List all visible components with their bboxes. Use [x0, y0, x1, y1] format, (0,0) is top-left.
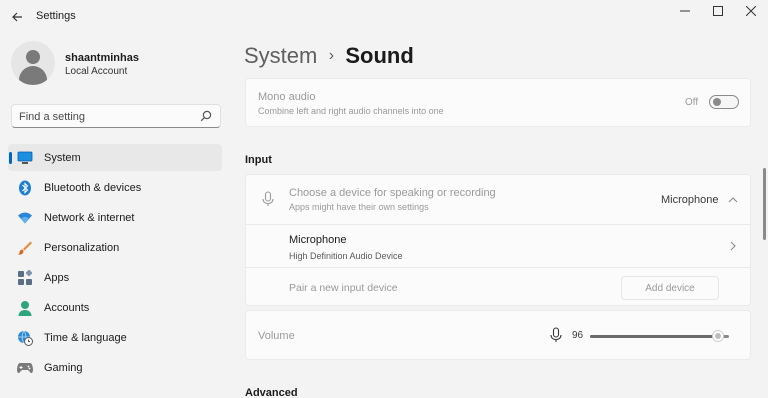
- sidebar-item-accounts[interactable]: Accounts: [8, 294, 222, 321]
- user-profile[interactable]: shaantminhas Local Account: [11, 41, 221, 87]
- brush-icon: [17, 240, 33, 256]
- search-input[interactable]: [19, 109, 189, 124]
- volume-slider[interactable]: [590, 330, 729, 342]
- sidebar-item-label: Network & internet: [44, 212, 135, 224]
- mono-audio-toggle[interactable]: [709, 95, 739, 109]
- back-button[interactable]: [6, 6, 28, 28]
- mono-audio-description: Combine left and right audio channels in…: [258, 106, 444, 116]
- volume-slider-thumb[interactable]: [711, 330, 724, 342]
- profile-name: shaantminhas: [65, 52, 139, 64]
- sidebar-nav: System Bluetooth & devices Network & int…: [8, 144, 222, 384]
- wifi-icon: [17, 210, 33, 226]
- app-title: Settings: [36, 10, 76, 22]
- input-card: Choose a device for speaking or recordin…: [245, 174, 751, 306]
- sidebar-item-label: Apps: [44, 272, 70, 284]
- mono-audio-title: Mono audio: [258, 91, 316, 103]
- volume-card: Volume 96: [245, 310, 751, 360]
- sidebar-item-network[interactable]: Network & internet: [8, 204, 222, 231]
- scrollbar[interactable]: [763, 168, 766, 240]
- sidebar-item-label: System: [44, 152, 81, 164]
- search-box[interactable]: [11, 104, 221, 128]
- mono-audio-state: Off: [685, 97, 699, 108]
- title-bar: Settings: [0, 0, 768, 34]
- breadcrumb: System › Sound: [244, 41, 414, 71]
- sidebar-item-personalization[interactable]: Personalization: [8, 234, 222, 261]
- sidebar-item-apps[interactable]: Apps: [8, 264, 222, 291]
- breadcrumb-separator: ›: [328, 47, 335, 64]
- volume-value: 96: [572, 330, 584, 341]
- input-section-title: Input: [245, 154, 272, 166]
- search-icon: [200, 110, 212, 122]
- profile-account-type: Local Account: [65, 66, 128, 77]
- microphone-icon: [262, 191, 274, 206]
- sidebar-item-label: Gaming: [44, 362, 83, 374]
- microphone-icon[interactable]: [549, 327, 563, 343]
- sidebar-item-system[interactable]: System: [8, 144, 222, 171]
- monitor-icon: [17, 150, 33, 166]
- sidebar-item-label: Accounts: [44, 302, 90, 314]
- maximize-button[interactable]: [701, 0, 735, 22]
- microphone-device-row[interactable]: Microphone High Definition Audio Device: [246, 225, 750, 267]
- sidebar-item-gaming[interactable]: Gaming: [8, 354, 222, 381]
- maximize-icon: [713, 6, 723, 16]
- chevron-up-icon: [728, 197, 738, 203]
- gamepad-icon: [17, 360, 33, 376]
- input-device-chooser[interactable]: Choose a device for speaking or recordin…: [246, 175, 750, 224]
- volume-label: Volume: [258, 330, 295, 342]
- chooser-title: Choose a device for speaking or recordin…: [289, 187, 496, 199]
- close-icon: [746, 6, 756, 16]
- avatar: [11, 41, 55, 85]
- page-title: Sound: [345, 43, 414, 68]
- bluetooth-icon: [17, 180, 33, 196]
- minimize-icon: [680, 10, 690, 12]
- chooser-description: Apps might have their own settings: [289, 202, 429, 212]
- sidebar-item-time-language[interactable]: Time & language: [8, 324, 222, 351]
- sidebar-item-label: Personalization: [44, 242, 120, 254]
- apps-icon: [17, 270, 33, 286]
- selected-input-device: Microphone: [661, 194, 719, 206]
- toggle-knob: [713, 98, 721, 106]
- globe-clock-icon: [17, 330, 33, 346]
- breadcrumb-parent[interactable]: System: [244, 43, 317, 69]
- volume-slider-fill: [590, 335, 718, 338]
- mono-audio-card: Mono audio Combine left and right audio …: [245, 78, 751, 127]
- pair-input-label: Pair a new input device: [289, 282, 398, 294]
- back-arrow-icon: [12, 12, 22, 22]
- close-button[interactable]: [734, 0, 768, 22]
- sidebar-item-label: Bluetooth & devices: [44, 182, 142, 194]
- sidebar-item-label: Time & language: [44, 332, 127, 344]
- person-icon: [17, 300, 33, 316]
- minimize-button[interactable]: [668, 0, 702, 22]
- chevron-right-icon: [730, 241, 736, 251]
- sidebar-item-bluetooth[interactable]: Bluetooth & devices: [8, 174, 222, 201]
- add-device-button[interactable]: Add device: [621, 276, 719, 300]
- advanced-section-title: Advanced: [245, 387, 298, 398]
- device-name: Microphone: [289, 234, 347, 246]
- device-description: High Definition Audio Device: [289, 251, 403, 261]
